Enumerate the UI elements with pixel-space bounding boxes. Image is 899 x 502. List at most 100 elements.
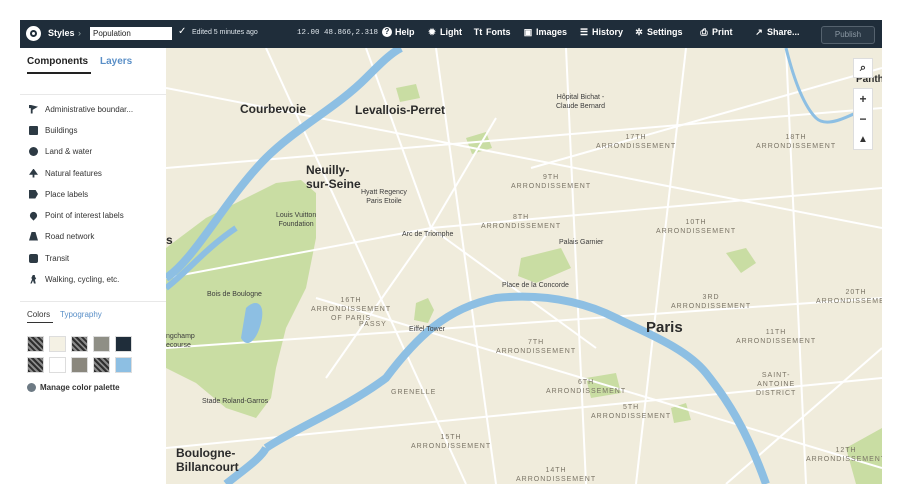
map-label-arr10: 10TH ARRONDISSEMENT: [656, 219, 737, 235]
color-swatch[interactable]: [71, 336, 88, 352]
map-label-eiffel: Eiffel Tower: [409, 326, 445, 333]
map-zoom-controls: + − ▲: [853, 88, 873, 150]
publish-button[interactable]: Publish: [821, 26, 875, 44]
color-swatch[interactable]: [49, 336, 66, 352]
component-poi-labels[interactable]: Point of interest labels: [28, 208, 124, 222]
map-label-left-cut: s: [166, 233, 173, 247]
map-label-arr8: 8TH ARRONDISSEMENT: [481, 214, 562, 230]
sun-icon: ✹: [428, 27, 436, 37]
print-button[interactable]: ⎙ Print: [699, 27, 733, 37]
component-label: Point of interest labels: [45, 210, 124, 220]
component-label: Land & water: [45, 146, 93, 156]
color-swatch[interactable]: [115, 336, 132, 352]
tab-components[interactable]: Components: [27, 56, 88, 67]
zoom-in-button[interactable]: +: [854, 89, 872, 109]
component-buildings[interactable]: Buildings: [29, 123, 77, 137]
component-natural-features[interactable]: Natural features: [29, 166, 102, 180]
component-transit[interactable]: Transit: [29, 251, 69, 265]
edited-status: Edited 5 minutes ago: [192, 29, 258, 36]
check-icon: ✓: [178, 26, 187, 37]
map-label-arr20: 20TH ARRONDISSEMENT: [816, 289, 882, 305]
map-label-arr3: 3RD ARRONDISSEMENT: [671, 294, 752, 310]
map-label-vuitton: Louis Vuitton Foundation: [276, 212, 317, 228]
component-land-water[interactable]: Land & water: [29, 144, 92, 158]
component-admin-boundaries[interactable]: Administrative boundar...: [29, 102, 133, 116]
map-label-arr18: 18TH ARRONDISSEMENT: [756, 134, 837, 150]
component-label: Place labels: [45, 189, 89, 199]
color-swatch[interactable]: [93, 357, 110, 373]
component-walking-cycling[interactable]: Walking, cycling, etc.: [29, 272, 119, 286]
settings-label: Settings: [647, 27, 683, 37]
settings-button[interactable]: ✲ Settings: [634, 27, 683, 37]
print-label: Print: [712, 27, 733, 37]
fonts-button[interactable]: Tt Fonts: [473, 27, 511, 37]
map-canvas[interactable]: Courbevoie Levallois-Perret Neuilly- sur…: [166, 48, 882, 484]
color-swatch[interactable]: [71, 357, 88, 373]
active-tab-indicator: [27, 72, 91, 74]
divider: [20, 94, 166, 95]
images-button[interactable]: ▣ Images: [523, 27, 567, 37]
image-icon: ▣: [523, 27, 533, 37]
map-label-arr12: 12TH ARRONDISSEMENT: [806, 447, 882, 463]
component-label: Buildings: [45, 125, 78, 135]
images-label: Images: [536, 27, 568, 37]
style-name-input[interactable]: [90, 27, 172, 40]
component-road-network[interactable]: Road network: [29, 229, 94, 243]
active-tab-indicator: [27, 322, 53, 323]
map-label-arr17: 17TH ARRONDISSEMENT: [596, 134, 677, 150]
map-label-hopital: Hôpital Bichat - Claude Bernard: [556, 94, 606, 110]
tab-colors[interactable]: Colors: [27, 310, 50, 319]
map-label-longchamp: ngchamp ecourse: [166, 333, 195, 349]
map-label-neuilly: Neuilly- sur-Seine: [306, 163, 361, 191]
map-label-saint-antoine: SAINT- ANTOINE DISTRICT: [756, 372, 797, 397]
map-label-arr7: 7TH ARRONDISSEMENT: [496, 339, 577, 355]
map-label-grenelle: GRENELLE: [391, 389, 437, 396]
styles-link[interactable]: Styles: [48, 28, 75, 38]
map-label-hyatt: Hyatt Regency Paris Etoile: [361, 189, 407, 205]
component-label: Natural features: [45, 168, 102, 178]
color-swatch[interactable]: [115, 357, 132, 373]
map-label-boulogne: Boulogne- Billancourt: [176, 446, 239, 474]
search-icon: ⌕: [859, 61, 867, 74]
help-button[interactable]: ? Help: [382, 27, 415, 37]
building-icon: [29, 125, 38, 135]
map-label-arr14: 14TH ARRONDISSEMENT: [516, 467, 597, 483]
manage-palette-link[interactable]: Manage color palette: [27, 383, 120, 392]
breadcrumb-separator: ›: [78, 28, 81, 38]
color-swatch[interactable]: [27, 357, 44, 373]
component-label: Administrative boundar...: [45, 104, 134, 114]
map-label-arr11: 11TH ARRONDISSEMENT: [736, 329, 817, 345]
map-label-passy: PASSY: [359, 321, 387, 328]
sidebar: Components Layers Administrative boundar…: [20, 48, 167, 484]
divider: [20, 301, 166, 302]
color-swatch[interactable]: [49, 357, 66, 373]
map-label-arr5: 5TH ARRONDISSEMENT: [591, 404, 672, 420]
color-swatch[interactable]: [93, 336, 110, 352]
component-label: Transit: [45, 253, 70, 263]
color-swatch[interactable]: [27, 336, 44, 352]
globe-icon: [29, 146, 38, 156]
palette-icon: [27, 383, 36, 392]
bus-icon: [29, 253, 38, 263]
map-search-button[interactable]: ⌕: [853, 58, 873, 78]
tab-layers[interactable]: Layers: [100, 56, 132, 67]
zoom-out-button[interactable]: −: [854, 109, 872, 129]
history-button[interactable]: ☰ History: [579, 27, 623, 37]
share-button[interactable]: ↗ Share...: [754, 27, 800, 37]
logo-icon[interactable]: [26, 26, 41, 41]
map-label-courbevoie: Courbevoie: [240, 102, 307, 116]
component-label: Walking, cycling, etc.: [45, 274, 120, 284]
map-label-arr6: 6TH ARRONDISSEMENT: [546, 379, 627, 395]
compass-button[interactable]: ▲: [854, 129, 872, 149]
history-icon: ☰: [579, 27, 589, 37]
coordinates-readout: 12.00 48.866,2.318: [297, 29, 379, 37]
pin-icon: [28, 209, 39, 221]
manage-palette-label: Manage color palette: [40, 383, 120, 392]
share-label: Share...: [767, 27, 800, 37]
light-button[interactable]: ✹ Light: [427, 27, 462, 37]
help-label: Help: [395, 27, 415, 37]
tab-typography[interactable]: Typography: [60, 310, 102, 319]
component-place-labels[interactable]: Place labels: [29, 187, 88, 201]
share-icon: ↗: [755, 27, 763, 37]
map-label-paris: Paris: [646, 319, 683, 336]
